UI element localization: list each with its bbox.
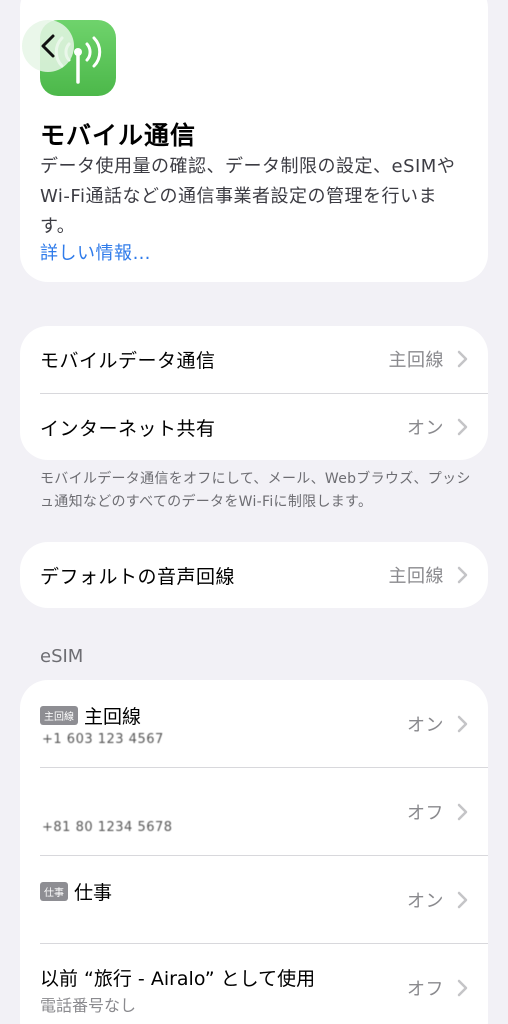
chevron-right-icon [457,891,468,908]
phone-number: +81 80 1234 5678 [42,820,173,835]
chevron-right-icon [457,803,468,820]
esim-line-travel[interactable]: 以前 “旅行 - Airalo” として使用 電話番号なし オフ [20,944,488,1024]
line-badge: 主回線 [40,706,78,725]
row-value: 主回線 [388,350,444,371]
row-default-voice-line[interactable]: デフォルトの音声回線 主回線 [20,542,488,608]
row-label: デフォルトの音声回線 [40,565,236,588]
phone-number: +1 603 123 4567 [42,732,164,747]
esim-line-label: 主回線 [84,706,142,728]
row-value: 主回線 [388,566,444,587]
row-value: オン [407,714,444,736]
row-value: オン [407,418,444,439]
esim-group: 主回線 主回線 +1 603 123 4567 オン +81 80 1234 56… [20,680,488,1024]
row-value: オン [407,890,444,912]
esim-line-primary[interactable]: 主回線 主回線 +1 603 123 4567 オン [20,680,488,767]
esim-line-work[interactable]: 仕事 仕事 オン [20,856,488,943]
header-card: モバイル通信 データ使用量の確認、データ制限の設定、eSIMやWi-Fi通話など… [20,0,488,282]
header-description: データ使用量の確認、データ制限の設定、eSIMやWi-Fi通話などの通信事業者設… [40,156,456,237]
chevron-right-icon [457,418,468,436]
esim-line-secondary[interactable]: +81 80 1234 5678 オフ [20,768,488,855]
row-personal-hotspot[interactable]: インターネット共有 オン [20,394,488,460]
esim-line-sub: 電話番号なし [40,996,137,1015]
chevron-right-icon [457,979,468,996]
row-value: オフ [407,802,444,824]
back-button[interactable] [22,20,74,72]
esim-line-label: 以前 “旅行 - Airalo” として使用 [40,968,316,990]
chevron-left-icon [41,34,55,58]
chevron-right-icon [457,350,468,368]
line-badge: 仕事 [40,882,68,901]
row-label: モバイルデータ通信 [40,349,216,372]
esim-line-label: 仕事 [74,882,113,904]
learn-more-link[interactable]: 詳しい情報… [40,239,151,265]
esim-section-header: eSIM [40,646,84,667]
row-value: オフ [407,978,444,1000]
esim-line-name: 仕事 仕事 [40,878,112,905]
row-mobile-data[interactable]: モバイルデータ通信 主回線 [20,326,488,392]
voice-line-group: デフォルトの音声回線 主回線 [20,542,488,608]
esim-line-name: 主回線 主回線 [40,702,141,729]
chevron-right-icon [457,715,468,732]
chevron-right-icon [457,566,468,584]
row-label: インターネット共有 [40,417,216,440]
page-title: モバイル通信 [40,121,197,150]
mobile-data-group: モバイルデータ通信 主回線 インターネット共有 オン [20,326,488,460]
mobile-data-footnote: モバイルデータ通信をオフにして、メール、Webブラウズ、プッシュ通知などのすべて… [40,471,471,510]
